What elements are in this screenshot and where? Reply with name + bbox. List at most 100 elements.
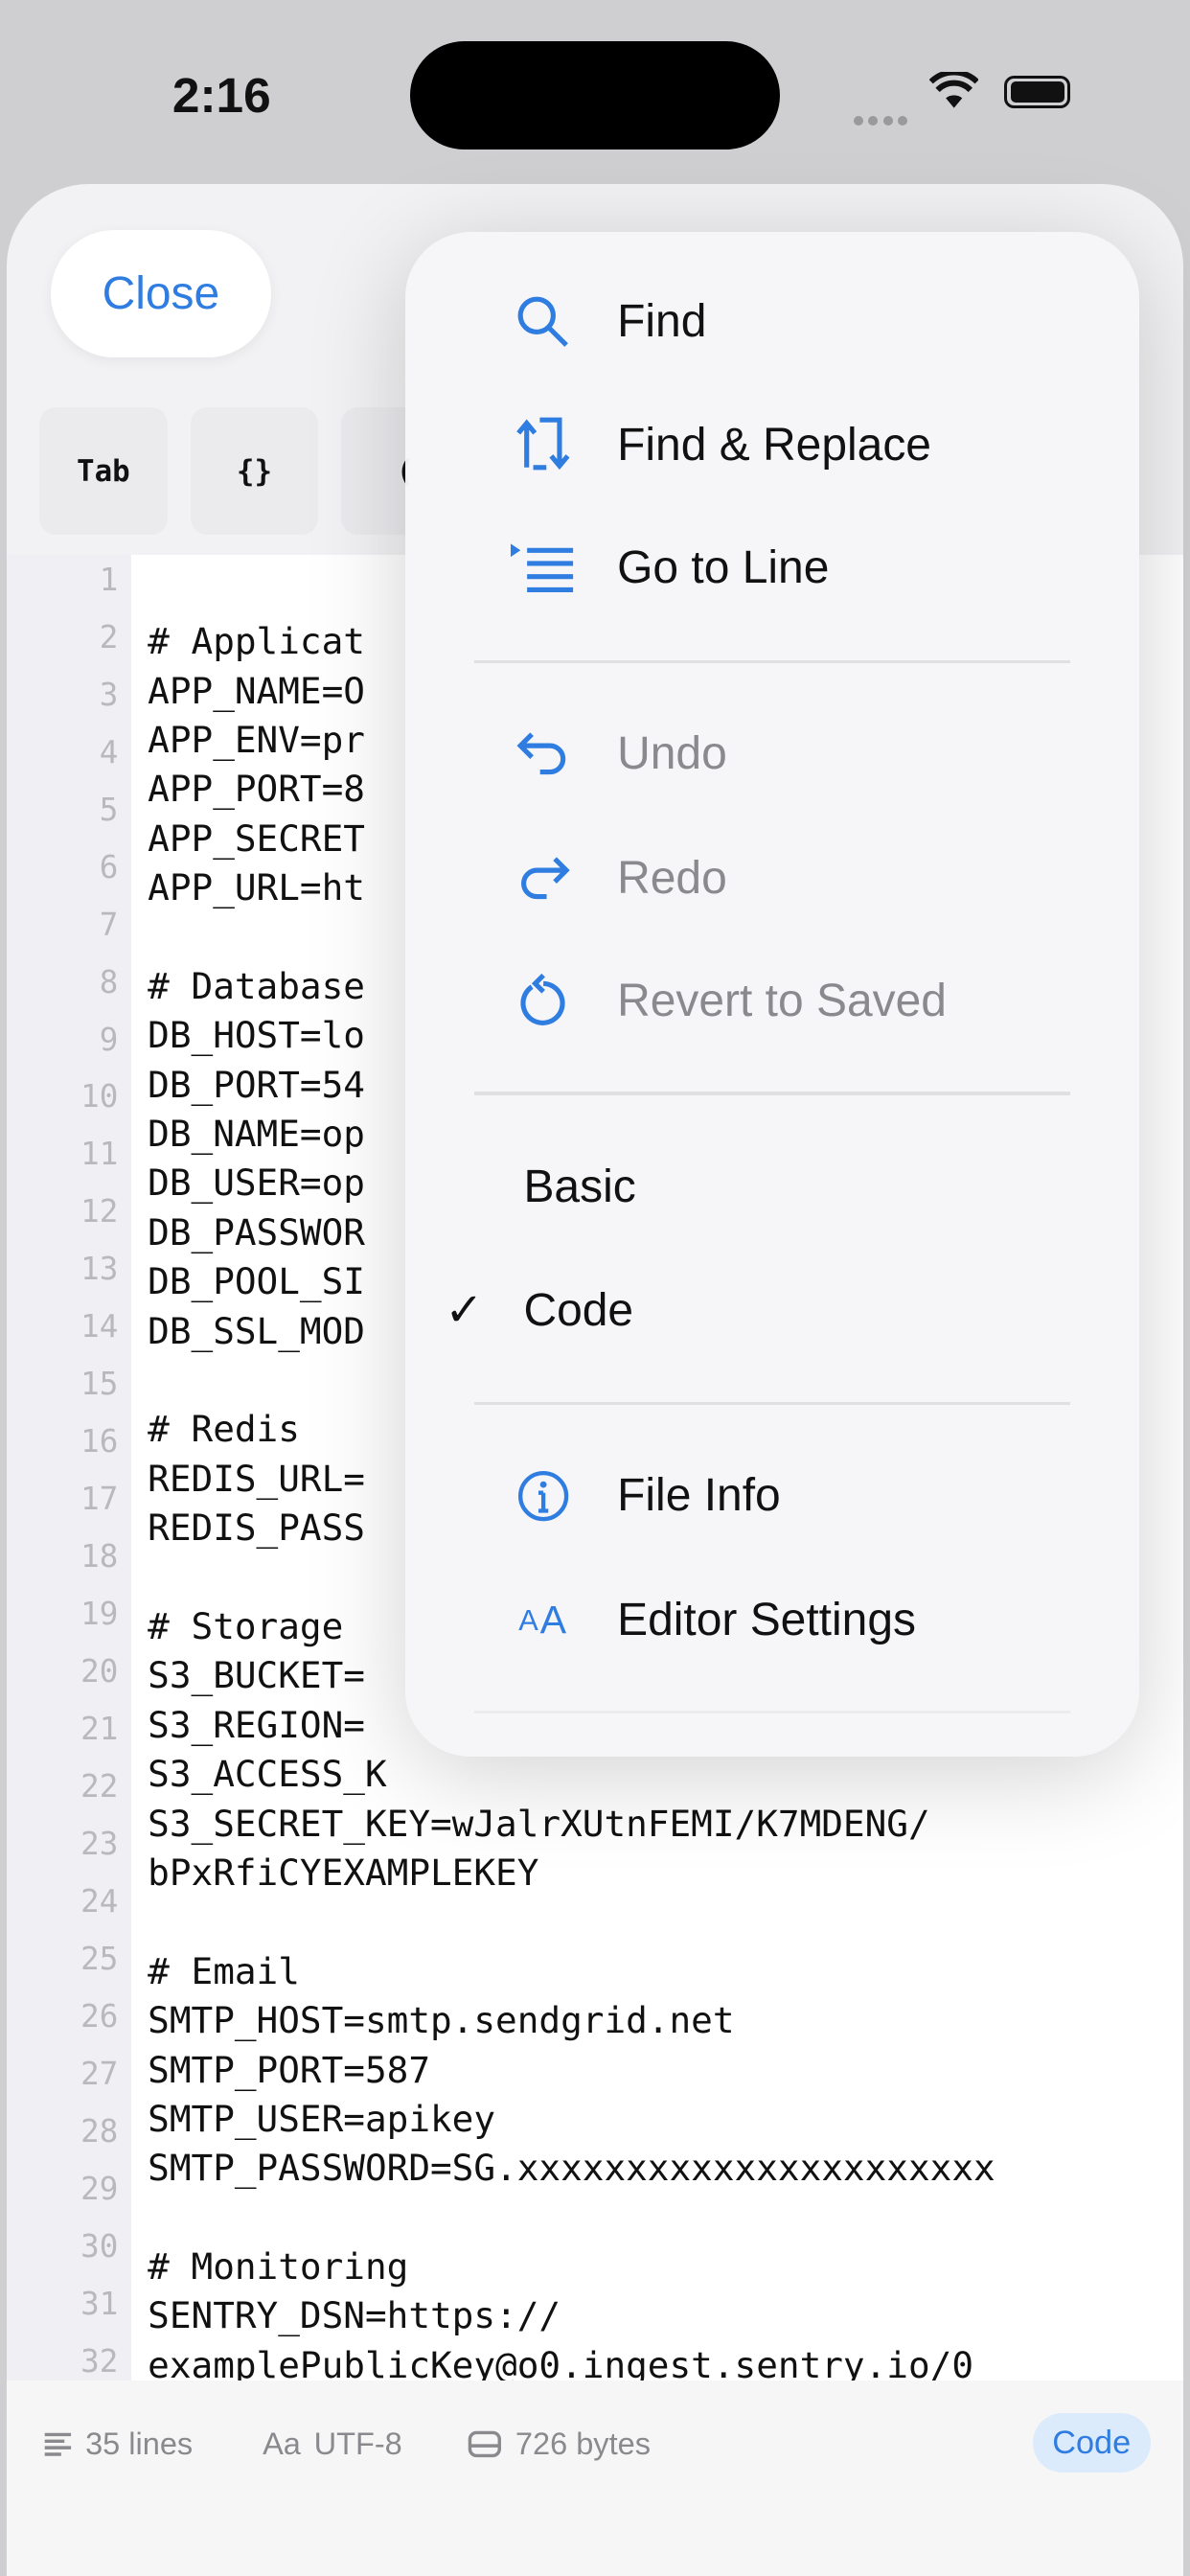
menu-item-file-info[interactable]: File Info	[405, 1438, 1139, 1553]
code-line: DB_HOST=lo	[148, 1014, 365, 1057]
line-number: 11	[80, 1136, 119, 1173]
code-line: S3_ACCESS_K	[148, 1753, 387, 1796]
line-number: 22	[80, 1767, 119, 1805]
info-circle-icon	[511, 1462, 577, 1529]
menu-divider	[474, 659, 1070, 664]
braces-key-button[interactable]: {}	[190, 406, 319, 536]
line-number: 8	[99, 963, 119, 1000]
line-number: 27	[80, 2055, 119, 2092]
menu-item-label: File Info	[617, 1470, 781, 1522]
line-number: 16	[80, 1423, 119, 1460]
battery-icon	[1004, 75, 1070, 109]
editor-options-menu: Find Find & Replace Go to Line Undo Redo…	[405, 231, 1139, 1758]
menu-item-find[interactable]: Find	[405, 264, 1139, 380]
line-count: 35 lines	[43, 2426, 194, 2462]
line-number: 2	[99, 618, 119, 656]
dynamic-island	[410, 40, 780, 150]
mode-badge[interactable]: Code	[1032, 2413, 1151, 2472]
code-line: SENTRY_DSN=https://	[148, 2294, 561, 2337]
line-number: 20	[80, 1653, 119, 1690]
status-bar: 2:16	[0, 0, 1190, 184]
line-number: 26	[80, 1997, 119, 2035]
menu-option-basic[interactable]: Basic	[405, 1130, 1139, 1245]
menu-item-go-to-line[interactable]: Go to Line	[405, 511, 1139, 626]
line-number: 5	[99, 791, 119, 828]
code-line: DB_NAME=op	[148, 1113, 365, 1156]
menu-item-label: Find & Replace	[617, 419, 931, 471]
code-line: APP_ENV=pr	[148, 718, 365, 761]
drive-icon	[468, 2430, 501, 2458]
menu-divider	[474, 1092, 1070, 1095]
menu-item-label: Redo	[617, 853, 727, 904]
code-line: APP_URL=ht	[148, 866, 365, 909]
menu-divider	[474, 1711, 1070, 1714]
line-number: 13	[80, 1251, 119, 1288]
menu-item-label: Revert to Saved	[617, 976, 947, 1027]
code-line: # Applicat	[148, 620, 365, 663]
line-number: 3	[99, 676, 119, 713]
line-number: 15	[80, 1366, 119, 1403]
text-format-icon: Aa	[263, 2426, 301, 2461]
line-count-text: 35 lines	[85, 2426, 194, 2461]
line-number: 1	[99, 561, 119, 598]
code-line: # Storage	[148, 1604, 344, 1647]
code-line: DB_PASSWOR	[148, 1210, 365, 1254]
text-size-icon: AA	[518, 1598, 568, 1643]
file-size: 726 bytes	[467, 2426, 651, 2462]
code-line: S3_SECRET_KEY=wJalrXUtnFEMI/K7MDENG/	[148, 1802, 930, 1845]
line-number: 23	[80, 1825, 119, 1862]
line-number: 14	[80, 1308, 119, 1346]
menu-item-find-replace[interactable]: Find & Replace	[405, 387, 1139, 502]
line-number: 7	[99, 906, 119, 943]
menu-item-label: Undo	[617, 727, 727, 779]
code-line: S3_REGION=	[148, 1703, 365, 1746]
line-number: 29	[80, 2170, 119, 2207]
code-line: bPxRfiCYEXAMPLEKEY	[148, 1851, 539, 1894]
code-line: APP_SECRET	[148, 816, 365, 860]
code-line: SMTP_PASSWORD=SG.xxxxxxxxxxxxxxxxxxxxxx	[148, 2147, 995, 2190]
menu-item-editor-settings[interactable]: AA Editor Settings	[405, 1563, 1139, 1678]
code-line: APP_PORT=8	[148, 768, 365, 811]
code-line: DB_USER=op	[148, 1162, 365, 1205]
line-number: 21	[80, 1711, 119, 1748]
code-line: REDIS_PASS	[148, 1506, 365, 1550]
revert-circular-arrow-icon	[511, 969, 577, 1035]
menu-divider	[474, 1401, 1070, 1406]
redo-arrow-icon	[511, 845, 577, 911]
line-number: 30	[80, 2227, 119, 2265]
menu-item-label: Code	[523, 1284, 634, 1336]
code-line: examplePublicKey@o0.ingest.sentry.io/0	[148, 2343, 974, 2380]
line-number: 32	[80, 2342, 119, 2380]
encoding: Aa UTF-8	[263, 2426, 402, 2462]
code-line: # Monitoring	[148, 2245, 409, 2288]
menu-item-undo[interactable]: Undo	[405, 696, 1139, 811]
code-line: # Redis	[148, 1408, 300, 1451]
line-number: 6	[99, 848, 119, 886]
tab-key-button[interactable]: Tab	[39, 406, 168, 536]
code-line: REDIS_URL=	[148, 1457, 365, 1500]
lines-icon	[44, 2432, 71, 2456]
line-number-gutter: 1 2 3 4 5 6 7 8 9 10 11 12 13 14 15 16 17 18 19 20 21 22 23 24 2…	[6, 555, 132, 2410]
menu-item-label: Find	[617, 296, 707, 348]
menu-item-redo[interactable]: Redo	[405, 821, 1139, 936]
code-line: # Database	[148, 964, 365, 1007]
menu-item-label: Basic	[523, 1162, 636, 1213]
code-line: DB_PORT=54	[148, 1063, 365, 1106]
close-button[interactable]: Close	[51, 229, 271, 358]
menu-item-label: Go to Line	[617, 542, 830, 594]
code-line: DB_POOL_SI	[148, 1260, 365, 1303]
line-number: 12	[80, 1193, 119, 1230]
file-size-text: 726 bytes	[515, 2426, 651, 2461]
clock: 2:16	[172, 66, 271, 123]
cellular-signal-icon	[853, 102, 913, 132]
go-to-line-icon	[510, 535, 577, 601]
undo-arrow-icon	[511, 721, 577, 787]
line-number: 4	[99, 733, 119, 770]
code-line: SMTP_PORT=587	[148, 2048, 431, 2091]
code-line: S3_BUCKET=	[148, 1654, 365, 1697]
menu-item-label: Editor Settings	[617, 1595, 916, 1646]
line-number: 9	[99, 1021, 119, 1058]
menu-option-code[interactable]: ✓ Code	[405, 1253, 1139, 1368]
code-line: SMTP_USER=apikey	[148, 2097, 496, 2140]
menu-item-revert[interactable]: Revert to Saved	[405, 944, 1139, 1059]
